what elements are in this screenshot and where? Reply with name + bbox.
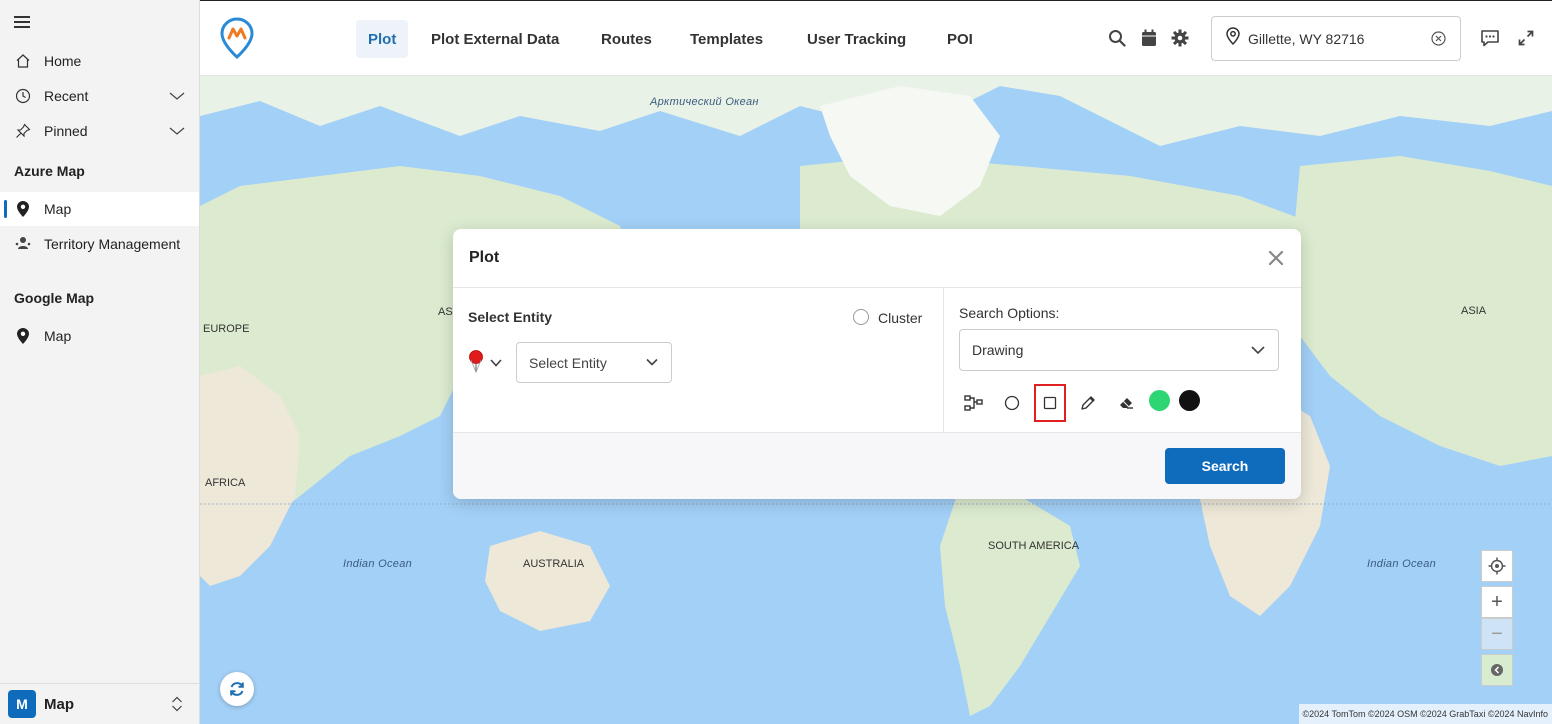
select-entity-label: Select Entity xyxy=(468,309,553,325)
sidebar-item-label: Recent xyxy=(44,88,89,104)
map-label-indian-ocean-left: Indian Ocean xyxy=(343,558,413,570)
sidebar-item-pinned[interactable]: Pinned xyxy=(0,114,199,148)
map-label-arctic-ocean: Арктический Океан xyxy=(650,96,759,108)
stroke-color-swatch[interactable] xyxy=(1179,390,1200,411)
tab-plot-external-data[interactable]: Plot External Data xyxy=(419,20,571,58)
dialog-body: Select Entity Cluster Select Entity Sear… xyxy=(453,288,1301,432)
map-label-australia: AUSTRALIA xyxy=(523,558,585,570)
fill-color-swatch[interactable] xyxy=(1149,390,1170,411)
chat-icon[interactable] xyxy=(1480,28,1500,48)
map-label-south-america: SOUTH AMERICA xyxy=(988,540,1080,552)
close-icon[interactable] xyxy=(1267,249,1285,267)
sidebar-item-label: Map xyxy=(44,201,72,217)
map-attribution: ©2024 TomTom ©2024 OSM ©2024 GrabTaxi ©2… xyxy=(1298,704,1552,724)
map-marker-icon xyxy=(14,200,32,218)
tab-poi[interactable]: POI xyxy=(935,20,985,58)
chevron-down-icon xyxy=(490,355,502,373)
app-logo-icon[interactable] xyxy=(220,17,254,64)
select-entity-placeholder: Select Entity xyxy=(529,354,607,371)
chevron-down-icon[interactable] xyxy=(169,123,185,142)
clear-icon[interactable] xyxy=(1431,31,1446,51)
pin-style-picker[interactable] xyxy=(468,349,502,378)
refresh-icon xyxy=(230,682,244,696)
entity-pane: Select Entity Cluster Select Entity xyxy=(453,288,944,432)
clock-icon xyxy=(14,87,32,105)
pencil-icon[interactable] xyxy=(1072,384,1104,422)
pin-icon xyxy=(14,122,32,140)
circle-icon[interactable] xyxy=(996,384,1028,422)
tab-user-tracking[interactable]: User Tracking xyxy=(795,20,918,58)
section-title-google: Google Map xyxy=(14,290,95,306)
section-title-azure: Azure Map xyxy=(14,163,85,179)
sidebar: Home Recent Pinned Azure Map Map Territo… xyxy=(0,0,200,724)
territory-icon xyxy=(14,235,32,253)
sidebar-item-label: Pinned xyxy=(44,123,88,139)
app-switcher-label: Map xyxy=(44,695,74,713)
zoom-in-button[interactable]: + xyxy=(1481,586,1513,618)
top-bar: Plot Plot External Data Routes Templates… xyxy=(200,0,1552,76)
app-badge: M xyxy=(8,690,36,718)
calendar-icon[interactable] xyxy=(1139,28,1159,48)
select-entity-dropdown[interactable]: Select Entity xyxy=(516,342,672,383)
crosshair-icon xyxy=(1488,557,1506,575)
map-label-africa: AFRICA xyxy=(205,477,246,489)
search-options-dropdown[interactable]: Drawing xyxy=(959,329,1279,371)
map-label-indian-ocean-right: Indian Ocean xyxy=(1367,558,1437,570)
search-button[interactable]: Search xyxy=(1165,448,1285,484)
square-icon[interactable] xyxy=(1034,384,1066,422)
sidebar-item-google-map[interactable]: Map xyxy=(0,319,199,353)
cluster-label: Cluster xyxy=(878,310,923,326)
hamburger-menu-icon[interactable] xyxy=(14,16,30,28)
app-switcher[interactable]: M Map xyxy=(0,683,199,724)
red-pin-icon xyxy=(468,349,484,378)
sidebar-item-azure-map[interactable]: Map xyxy=(0,192,199,226)
gear-icon[interactable] xyxy=(1170,28,1190,48)
search-options-value: Drawing xyxy=(972,342,1024,358)
sidebar-item-label: Territory Management xyxy=(44,236,181,252)
sidebar-item-label: Map xyxy=(44,328,72,344)
sidebar-item-recent[interactable]: Recent xyxy=(0,79,199,113)
sidebar-item-territory-management[interactable]: Territory Management xyxy=(0,227,199,261)
plot-dialog: Plot Select Entity Cluster Select Entity xyxy=(453,229,1301,499)
home-icon xyxy=(14,52,32,70)
chevron-up-down-icon[interactable] xyxy=(171,696,183,717)
sidebar-item-home[interactable]: Home xyxy=(0,44,199,78)
refresh-button[interactable] xyxy=(220,672,254,706)
dialog-title: Plot xyxy=(469,249,500,266)
chevron-down-icon xyxy=(645,355,659,372)
location-search-field[interactable]: Gillette, WY 82716 xyxy=(1211,16,1461,61)
map-label-europe: EUROPE xyxy=(203,323,250,335)
eraser-icon[interactable] xyxy=(1110,384,1142,422)
tab-templates[interactable]: Templates xyxy=(678,20,775,58)
cluster-radio[interactable] xyxy=(853,309,869,325)
dialog-footer: Search xyxy=(453,432,1301,499)
map-label-asia-left: AS xyxy=(438,306,453,318)
map-style-button[interactable] xyxy=(1481,654,1513,686)
expand-icon[interactable] xyxy=(1516,28,1536,48)
sidebar-item-label: Home xyxy=(44,53,82,69)
map-marker-icon xyxy=(14,327,32,345)
tab-plot[interactable]: Plot xyxy=(356,20,409,58)
chevron-down-icon xyxy=(1250,342,1266,361)
zoom-out-button[interactable]: − xyxy=(1481,618,1513,650)
map-label-asia-right: ASIA xyxy=(1461,305,1487,317)
tab-routes[interactable]: Routes xyxy=(589,20,664,58)
route-icon[interactable] xyxy=(958,384,990,422)
search-options-label: Search Options: xyxy=(959,305,1060,321)
chevron-left-icon xyxy=(1491,664,1503,676)
location-pin-icon xyxy=(1226,27,1240,50)
search-icon[interactable] xyxy=(1107,28,1127,48)
location-value: Gillette, WY 82716 xyxy=(1248,30,1365,47)
search-options-pane: Search Options: Drawing xyxy=(944,288,1301,432)
my-location-button[interactable] xyxy=(1481,550,1513,582)
chevron-down-icon[interactable] xyxy=(169,88,185,107)
dialog-header: Plot xyxy=(453,229,1301,288)
